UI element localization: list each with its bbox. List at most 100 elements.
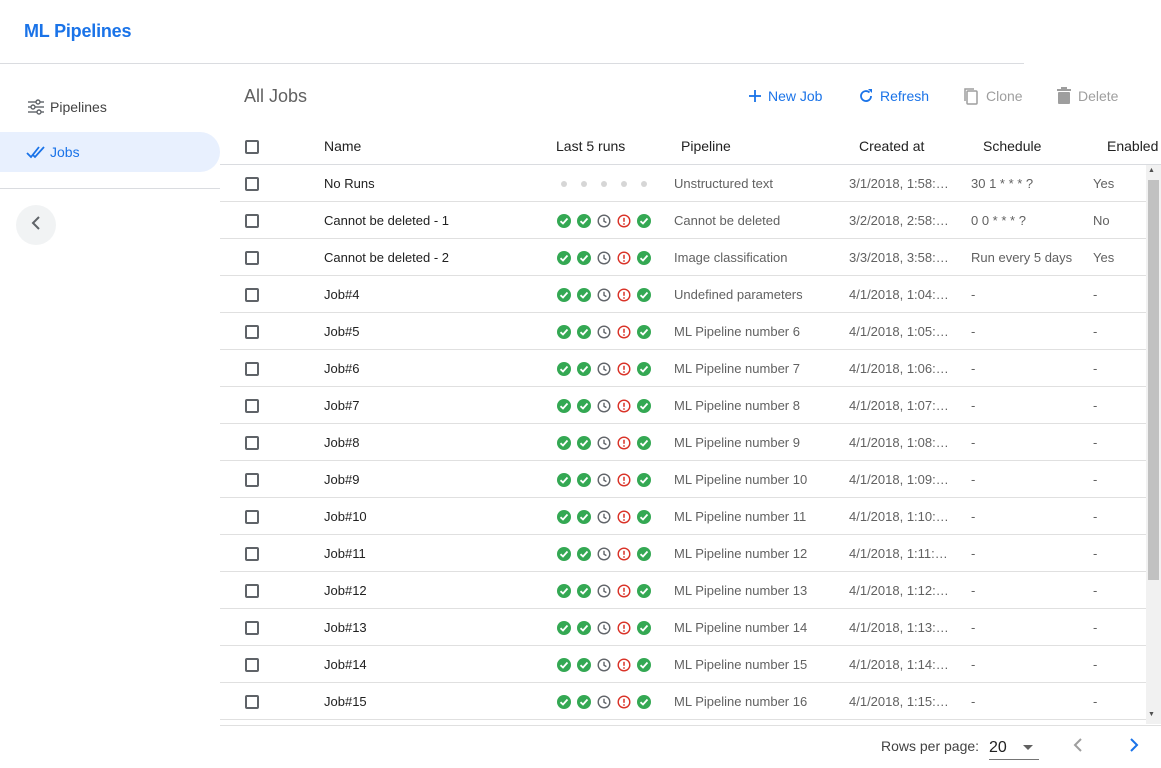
job-name[interactable]: Job#15 bbox=[324, 694, 534, 709]
run-succeeded-icon[interactable] bbox=[636, 287, 652, 303]
run-succeeded-icon[interactable] bbox=[636, 620, 652, 636]
run-succeeded-icon[interactable] bbox=[556, 472, 572, 488]
run-succeeded-icon[interactable] bbox=[576, 287, 592, 303]
pipeline-name[interactable]: ML Pipeline number 14 bbox=[674, 620, 834, 635]
table-row[interactable]: Job#5 ML Pipeline number 6 4/1/2018, 1:05:… bbox=[220, 313, 1146, 350]
table-row[interactable]: Job#8 ML Pipeline number 9 4/1/2018, 1:08:… bbox=[220, 424, 1146, 461]
row-checkbox[interactable] bbox=[245, 288, 259, 302]
run-failed-icon[interactable] bbox=[616, 657, 632, 673]
row-checkbox[interactable] bbox=[245, 510, 259, 524]
table-row[interactable]: Job#12 ML Pipeline number 13 4/1/2018, 1:1… bbox=[220, 572, 1146, 609]
run-pending-icon[interactable] bbox=[596, 250, 612, 266]
pipeline-name[interactable]: ML Pipeline number 8 bbox=[674, 398, 834, 413]
run-succeeded-icon[interactable] bbox=[556, 287, 572, 303]
run-succeeded-icon[interactable] bbox=[556, 620, 572, 636]
job-name[interactable]: Job#8 bbox=[324, 435, 534, 450]
run-succeeded-icon[interactable] bbox=[636, 324, 652, 340]
run-succeeded-icon[interactable] bbox=[556, 657, 572, 673]
row-checkbox[interactable] bbox=[245, 177, 259, 191]
run-pending-icon[interactable] bbox=[596, 583, 612, 599]
pipeline-name[interactable]: ML Pipeline number 6 bbox=[674, 324, 834, 339]
run-failed-icon[interactable] bbox=[616, 509, 632, 525]
row-checkbox[interactable] bbox=[245, 399, 259, 413]
table-row[interactable]: Cannot be deleted - 2 Image classificatio… bbox=[220, 239, 1146, 276]
run-failed-icon[interactable] bbox=[616, 435, 632, 451]
job-name[interactable]: Job#14 bbox=[324, 657, 534, 672]
run-succeeded-icon[interactable] bbox=[576, 546, 592, 562]
row-checkbox[interactable] bbox=[245, 695, 259, 709]
run-failed-icon[interactable] bbox=[616, 324, 632, 340]
job-name[interactable]: Job#13 bbox=[324, 620, 534, 635]
run-failed-icon[interactable] bbox=[616, 361, 632, 377]
run-succeeded-icon[interactable] bbox=[636, 583, 652, 599]
row-checkbox[interactable] bbox=[245, 214, 259, 228]
job-name[interactable]: Cannot be deleted - 2 bbox=[324, 250, 534, 265]
run-failed-icon[interactable] bbox=[616, 472, 632, 488]
app-title[interactable]: ML Pipelines bbox=[24, 21, 131, 42]
pipeline-name[interactable]: ML Pipeline number 11 bbox=[674, 509, 834, 524]
run-failed-icon[interactable] bbox=[616, 287, 632, 303]
table-row[interactable]: Job#15 ML Pipeline number 16 4/1/2018, 1:1… bbox=[220, 683, 1146, 720]
run-succeeded-icon[interactable] bbox=[576, 694, 592, 710]
pipeline-name[interactable]: ML Pipeline number 13 bbox=[674, 583, 834, 598]
row-checkbox[interactable] bbox=[245, 362, 259, 376]
run-pending-icon[interactable] bbox=[596, 213, 612, 229]
pipeline-name[interactable]: Image classification bbox=[674, 250, 834, 265]
run-succeeded-icon[interactable] bbox=[636, 657, 652, 673]
job-name[interactable]: Job#4 bbox=[324, 287, 534, 302]
run-succeeded-icon[interactable] bbox=[636, 509, 652, 525]
run-pending-icon[interactable] bbox=[596, 546, 612, 562]
previous-page-button[interactable] bbox=[1068, 737, 1088, 757]
job-name[interactable]: Cannot be deleted - 1 bbox=[324, 213, 534, 228]
run-succeeded-icon[interactable] bbox=[556, 694, 572, 710]
column-header-created-at[interactable]: Created at bbox=[859, 138, 924, 154]
pipeline-name[interactable]: ML Pipeline number 7 bbox=[674, 361, 834, 376]
run-succeeded-icon[interactable] bbox=[576, 657, 592, 673]
run-failed-icon[interactable] bbox=[616, 250, 632, 266]
table-row[interactable]: Cannot be deleted - 1 Cannot be deleted 3/… bbox=[220, 202, 1146, 239]
row-checkbox[interactable] bbox=[245, 658, 259, 672]
run-succeeded-icon[interactable] bbox=[636, 250, 652, 266]
next-page-button[interactable] bbox=[1124, 737, 1144, 757]
rows-per-page-select[interactable]: 20 bbox=[989, 736, 1039, 760]
pipeline-name[interactable]: Undefined parameters bbox=[674, 287, 834, 302]
run-succeeded-icon[interactable] bbox=[576, 583, 592, 599]
run-succeeded-icon[interactable] bbox=[576, 472, 592, 488]
job-name[interactable]: Job#10 bbox=[324, 509, 534, 524]
run-pending-icon[interactable] bbox=[596, 620, 612, 636]
run-succeeded-icon[interactable] bbox=[636, 546, 652, 562]
collapse-sidebar-button[interactable] bbox=[16, 205, 56, 245]
run-pending-icon[interactable] bbox=[596, 694, 612, 710]
refresh-button[interactable]: Refresh bbox=[858, 86, 929, 106]
run-succeeded-icon[interactable] bbox=[576, 324, 592, 340]
run-pending-icon[interactable] bbox=[596, 398, 612, 414]
run-failed-icon[interactable] bbox=[616, 694, 632, 710]
sidebar-item-jobs[interactable]: Jobs bbox=[0, 132, 220, 172]
job-name[interactable]: Job#12 bbox=[324, 583, 534, 598]
run-succeeded-icon[interactable] bbox=[576, 361, 592, 377]
run-succeeded-icon[interactable] bbox=[636, 435, 652, 451]
run-succeeded-icon[interactable] bbox=[556, 583, 572, 599]
run-succeeded-icon[interactable] bbox=[636, 213, 652, 229]
pipeline-name[interactable]: ML Pipeline number 16 bbox=[674, 694, 834, 709]
table-row[interactable]: Job#13 ML Pipeline number 14 4/1/2018, 1:1… bbox=[220, 609, 1146, 646]
run-failed-icon[interactable] bbox=[616, 398, 632, 414]
run-pending-icon[interactable] bbox=[596, 657, 612, 673]
table-row[interactable]: Job#6 ML Pipeline number 7 4/1/2018, 1:06:… bbox=[220, 350, 1146, 387]
run-succeeded-icon[interactable] bbox=[556, 546, 572, 562]
run-succeeded-icon[interactable] bbox=[636, 694, 652, 710]
run-succeeded-icon[interactable] bbox=[636, 472, 652, 488]
pipeline-name[interactable]: Unstructured text bbox=[674, 176, 834, 191]
pipeline-name[interactable]: Cannot be deleted bbox=[674, 213, 834, 228]
clone-button[interactable]: Clone bbox=[962, 86, 1023, 106]
scrollbar-thumb[interactable] bbox=[1148, 180, 1159, 580]
run-succeeded-icon[interactable] bbox=[576, 435, 592, 451]
pipeline-name[interactable]: ML Pipeline number 10 bbox=[674, 472, 834, 487]
run-succeeded-icon[interactable] bbox=[556, 398, 572, 414]
row-checkbox[interactable] bbox=[245, 436, 259, 450]
job-name[interactable]: Job#7 bbox=[324, 398, 534, 413]
run-succeeded-icon[interactable] bbox=[576, 250, 592, 266]
run-succeeded-icon[interactable] bbox=[576, 620, 592, 636]
run-succeeded-icon[interactable] bbox=[556, 250, 572, 266]
row-checkbox[interactable] bbox=[245, 473, 259, 487]
